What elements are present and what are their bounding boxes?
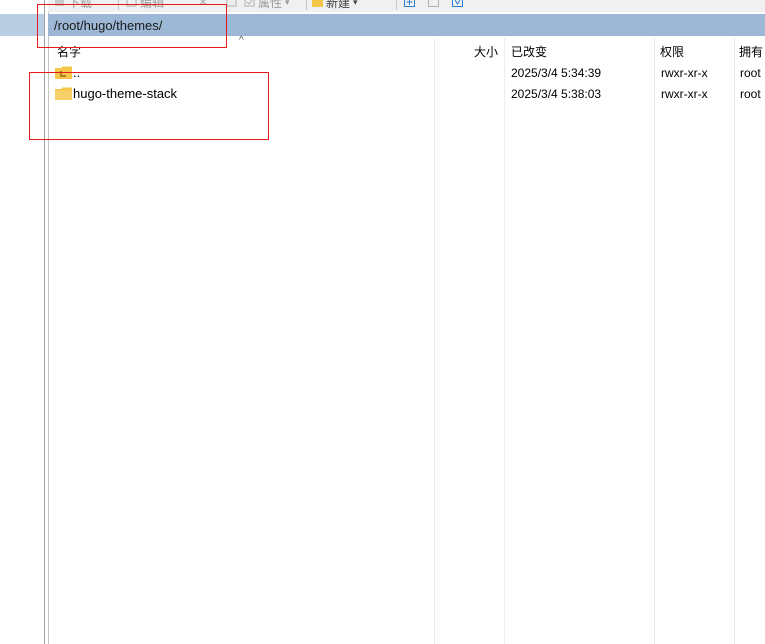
- annotation-box-path: [37, 4, 227, 48]
- filter-button[interactable]: [452, 0, 463, 9]
- column-modified-header[interactable]: 已改变: [511, 43, 547, 60]
- file-modified: 2025/3/4 5:34:39: [511, 66, 602, 80]
- toolbar-separator: [396, 0, 397, 10]
- toolbar-separator: [306, 0, 307, 10]
- column-size-header[interactable]: 大小: [474, 43, 498, 60]
- minus-icon: [428, 0, 439, 7]
- plus-icon: [404, 0, 415, 7]
- chevron-down-icon: ▾: [353, 0, 358, 7]
- sort-ascending-icon: ^: [239, 35, 244, 46]
- add-button[interactable]: [404, 0, 415, 9]
- annotation-box-folder: [29, 72, 269, 140]
- file-permissions: rwxr-xr-x: [661, 66, 708, 80]
- new-button[interactable]: 新建 ▾: [312, 0, 358, 10]
- chevron-down-icon: ▾: [285, 0, 290, 7]
- column-permissions-header[interactable]: 权限: [660, 43, 684, 60]
- column-divider[interactable]: [504, 38, 505, 644]
- minus-button[interactable]: [428, 0, 439, 9]
- file-modified: 2025/3/4 5:38:03: [511, 87, 602, 101]
- column-owner-header[interactable]: 拥有: [739, 43, 763, 60]
- new-label: 新建: [326, 0, 351, 10]
- column-divider[interactable]: [654, 38, 655, 644]
- file-permissions: rwxr-xr-x: [661, 87, 708, 101]
- properties-button[interactable]: 属性 ▾: [244, 0, 290, 10]
- filter-icon: [452, 0, 463, 7]
- rename-button[interactable]: [226, 0, 237, 9]
- column-divider[interactable]: [734, 38, 735, 644]
- column-divider[interactable]: [434, 38, 435, 644]
- new-folder-icon: [312, 0, 323, 7]
- properties-icon: [244, 0, 255, 7]
- file-owner: root: [740, 87, 761, 101]
- rename-icon: [226, 0, 237, 7]
- properties-label: 属性: [258, 0, 283, 10]
- file-owner: root: [740, 66, 761, 80]
